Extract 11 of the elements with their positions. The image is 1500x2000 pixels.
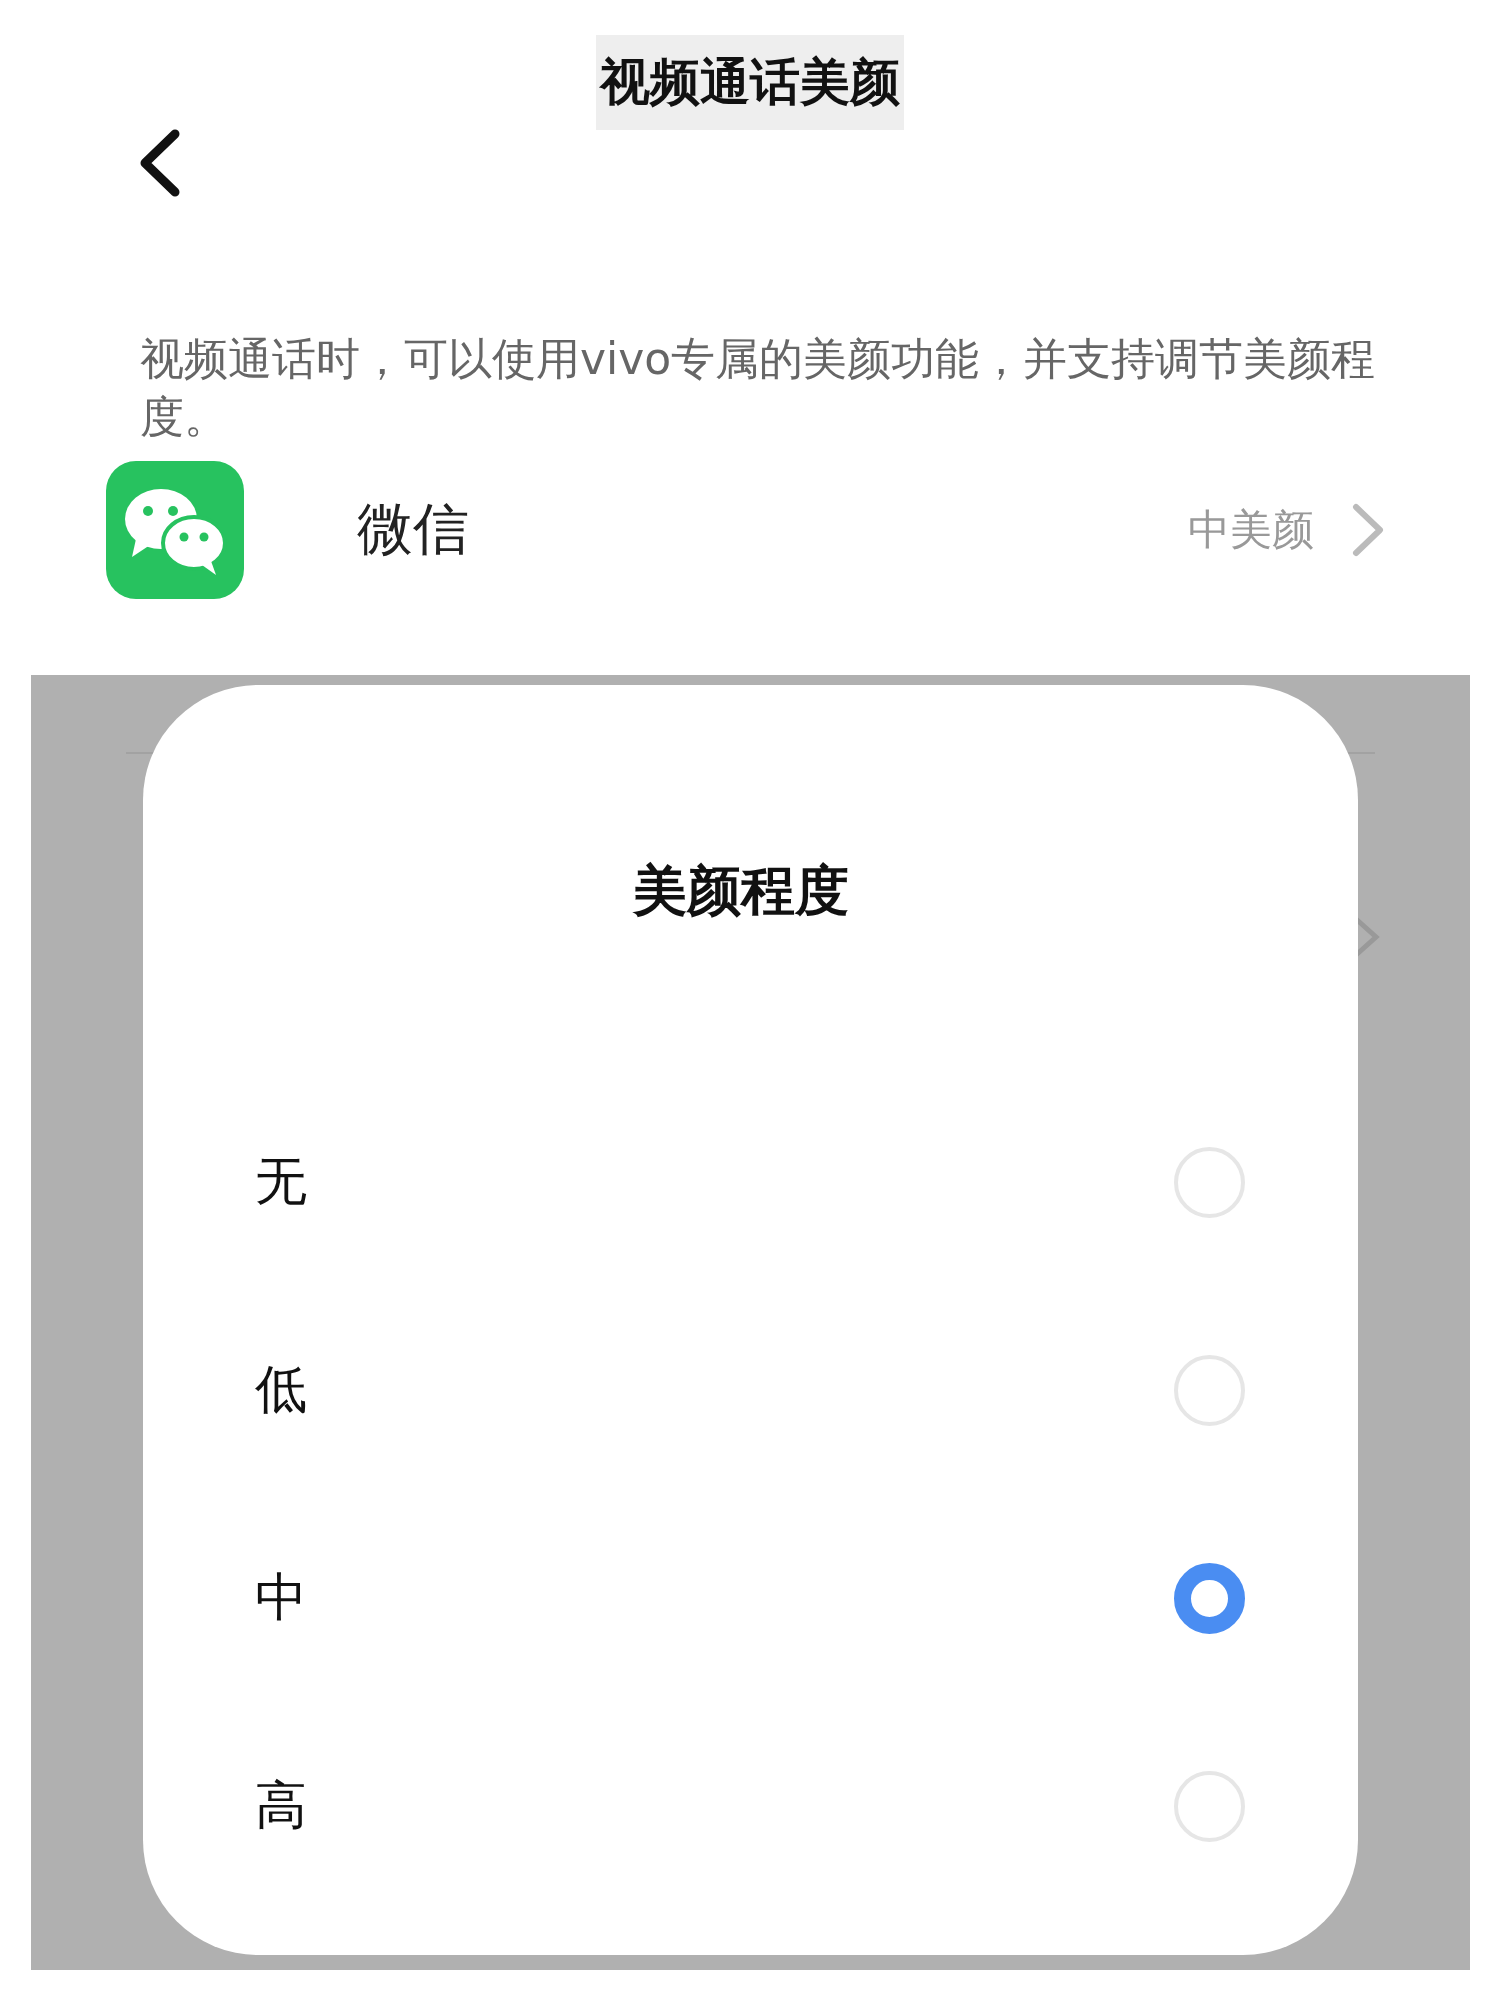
option-label: 无	[255, 1150, 307, 1213]
description-text: 视频通话时，可以使用vivo专属的美颜功能，并支持调节美颜程度。	[140, 332, 1377, 444]
app-setting-value[interactable]: 中美颜	[1188, 502, 1314, 558]
dialog-title: 美颜程度	[631, 858, 850, 924]
chevron-icon	[1350, 503, 1386, 557]
chat-app-icon	[106, 461, 244, 599]
option-label: 低	[255, 1358, 307, 1421]
option-label: 高	[255, 1774, 307, 1837]
option-label: 中	[255, 1566, 307, 1629]
app-name: 微信	[357, 495, 470, 563]
page-title: 视频通话美颜	[596, 34, 904, 130]
